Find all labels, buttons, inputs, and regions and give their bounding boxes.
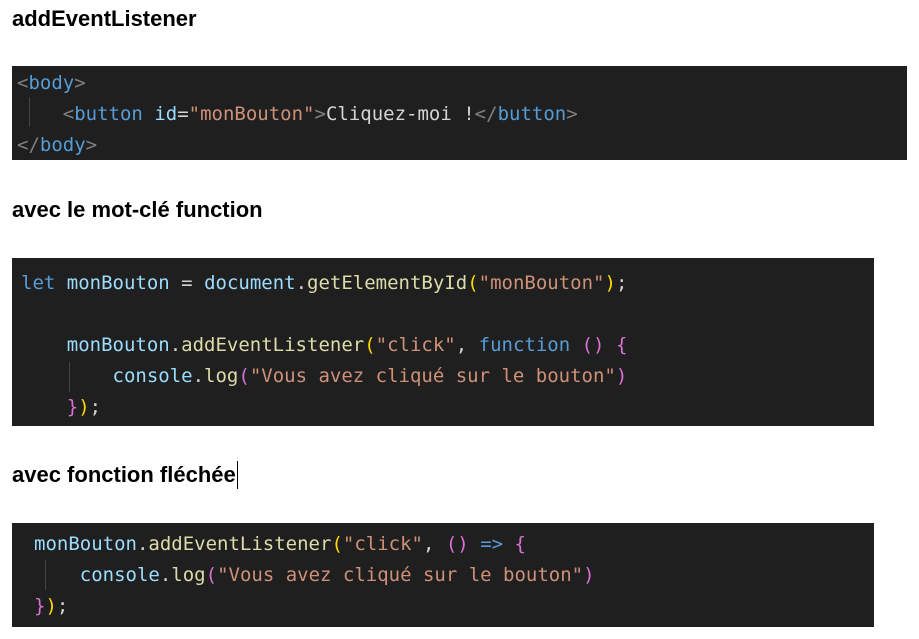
token: < xyxy=(17,72,29,94)
token: body xyxy=(28,72,75,94)
token: . xyxy=(136,533,149,555)
token: "monBouton" xyxy=(188,103,315,125)
token: ( xyxy=(238,365,250,387)
html-code-block: <body> <button id="monBouton">Cliquez-mo… xyxy=(12,66,907,160)
token: monBouton xyxy=(34,533,137,555)
token: id xyxy=(154,103,178,125)
token: > xyxy=(74,72,86,94)
code-line: </body> xyxy=(17,130,97,160)
token: ( xyxy=(331,533,343,555)
token: ) xyxy=(604,272,616,294)
heading-arrow-function: avec fonction fléchée xyxy=(12,461,238,489)
text-cursor xyxy=(236,461,238,489)
token: let xyxy=(21,272,56,294)
token: ; xyxy=(615,272,628,294)
token: > xyxy=(85,134,98,156)
token: button xyxy=(497,103,567,125)
token: addEventListener xyxy=(181,334,365,356)
token: ) xyxy=(45,595,57,617)
code-line: console.log("Vous avez cliqué sur le bou… xyxy=(21,361,628,391)
heading-addeventlistener: addEventListener xyxy=(12,6,197,31)
heading-text: avec fonction fléchée xyxy=(12,462,236,487)
token: = xyxy=(177,103,189,125)
token: monBouton xyxy=(66,334,170,356)
token: log xyxy=(204,365,239,387)
token: = xyxy=(169,272,205,294)
token: () xyxy=(581,334,605,356)
token: ) xyxy=(583,564,595,586)
token: getElementById xyxy=(307,272,468,294)
token: () xyxy=(445,533,469,555)
token: , xyxy=(455,334,479,356)
token: { xyxy=(514,533,526,555)
code-line: let monBouton = document.getElementById(… xyxy=(21,268,627,298)
heading-function-keyword: avec le mot-clé function xyxy=(12,197,263,222)
code-line: <button id="monBouton">Cliquez-moi !</bu… xyxy=(17,99,578,129)
token: } xyxy=(66,396,79,418)
token: Cliquez-moi ! xyxy=(325,103,475,125)
code-line: }); xyxy=(21,392,101,422)
code-line: monBouton.addEventListener("click", func… xyxy=(21,330,628,360)
token: "Vous avez cliqué sur le bouton" xyxy=(249,365,616,387)
token: "monBouton" xyxy=(478,272,605,294)
token: ) xyxy=(78,396,90,418)
token: log xyxy=(171,564,206,586)
code-line: <body> xyxy=(17,68,86,98)
token: document xyxy=(204,272,296,294)
token: ; xyxy=(89,396,102,418)
token: body xyxy=(39,134,86,156)
token: . xyxy=(159,564,172,586)
token: < xyxy=(62,103,75,125)
token: > xyxy=(566,103,578,125)
token: </ xyxy=(17,134,40,156)
token: > xyxy=(314,103,326,125)
token: "click" xyxy=(342,533,423,555)
token: . xyxy=(295,272,308,294)
token: console xyxy=(79,564,160,586)
token: => xyxy=(468,533,515,555)
code-line: console.log("Vous avez cliqué sur le bou… xyxy=(34,560,595,590)
token: button xyxy=(74,103,143,125)
token: "click" xyxy=(375,334,456,356)
arrow-code-block: monBouton.addEventListener("click", () =… xyxy=(12,523,874,627)
token: . xyxy=(169,334,182,356)
token: , xyxy=(422,533,446,555)
token: ( xyxy=(364,334,376,356)
token: { xyxy=(615,334,628,356)
token: console xyxy=(112,365,193,387)
token: ; xyxy=(56,595,69,617)
token: addEventListener xyxy=(148,533,332,555)
token: function xyxy=(478,334,571,356)
token: ) xyxy=(615,365,628,387)
token: } xyxy=(34,595,46,617)
token: monBouton xyxy=(66,272,170,294)
token: . xyxy=(192,365,205,387)
function-code-block: let monBouton = document.getElementById(… xyxy=(12,258,874,426)
code-line: monBouton.addEventListener("click", () =… xyxy=(34,529,526,559)
token: ( xyxy=(205,564,218,586)
token: ( xyxy=(467,272,479,294)
token: </ xyxy=(474,103,498,125)
token: "Vous avez cliqué sur le bouton" xyxy=(217,564,584,586)
code-line: }); xyxy=(34,591,68,621)
